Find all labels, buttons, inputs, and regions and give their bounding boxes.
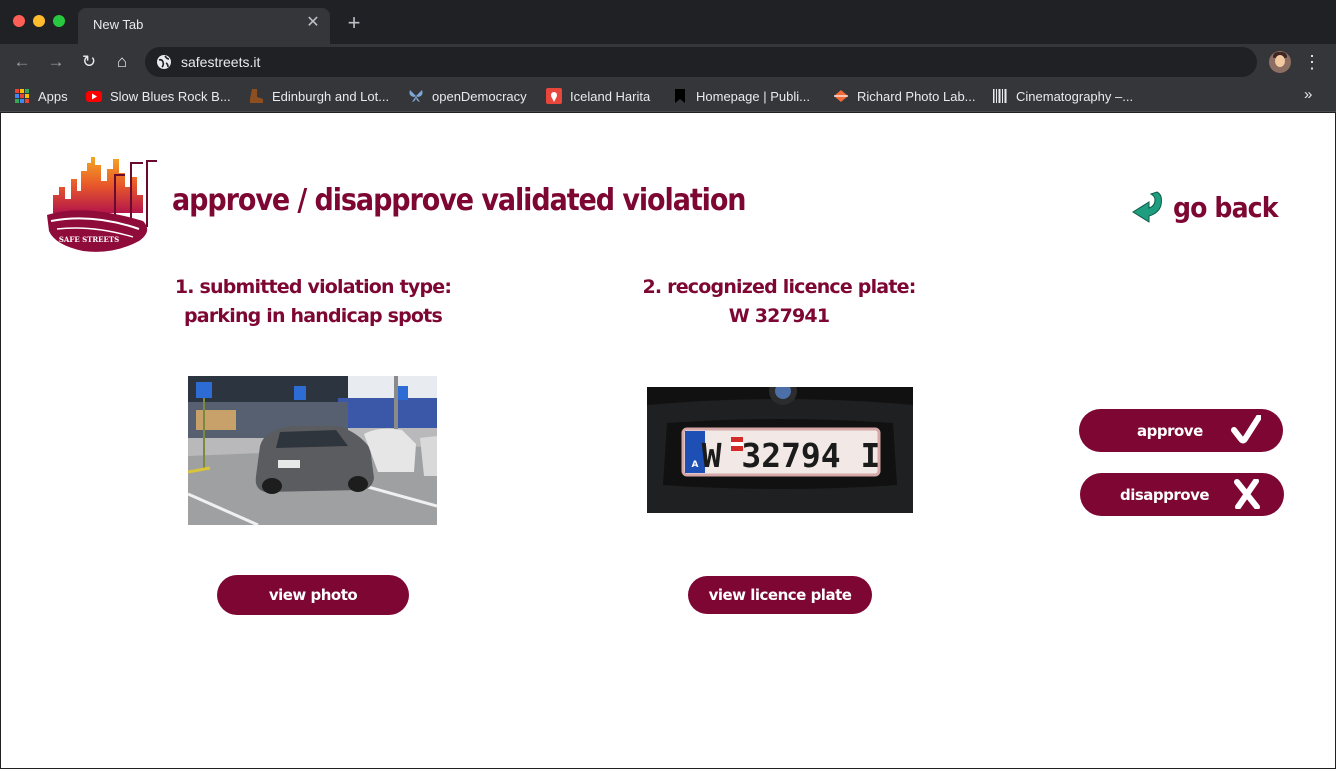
bookmark-homepage[interactable]: Homepage | Publi... — [672, 86, 810, 106]
disapprove-label: disapprove — [1120, 485, 1210, 504]
profile-avatar[interactable] — [1269, 51, 1291, 73]
view-licence-plate-button[interactable]: view licence plate — [688, 576, 872, 614]
violation-type-label: 1. submitted violation type: — [174, 276, 452, 298]
bookmark-label: Homepage | Publi... — [696, 88, 810, 104]
more-bookmarks-button[interactable]: » — [1304, 86, 1312, 103]
page-content: SAFE STREETS approve / disapprove valida… — [1, 113, 1335, 768]
close-window-button[interactable] — [13, 15, 25, 27]
back-button[interactable]: ← — [10, 50, 34, 74]
forward-button[interactable]: → — [44, 50, 68, 74]
plate-characters: W 32794 I — [702, 436, 881, 475]
safestreets-logo: SAFE STREETS — [47, 157, 157, 252]
home-button[interactable]: ⌂ — [110, 50, 134, 74]
new-tab-button[interactable]: + — [343, 12, 365, 34]
page-title: approve / disapprove validated violation — [172, 183, 747, 218]
licence-plate-heading: 2. recognized licence plate: W 327941 — [579, 273, 979, 331]
violation-photo — [188, 376, 437, 525]
browser-tab[interactable]: New Tab ✕ — [78, 8, 330, 44]
browser-menu-button[interactable]: ⋮ — [1302, 50, 1322, 74]
cross-icon — [1234, 479, 1260, 509]
bookmark-label: Cinematography –... — [1016, 88, 1134, 104]
approve-button[interactable]: approve — [1079, 409, 1283, 452]
licence-plate-label: 2. recognized licence plate: — [642, 276, 917, 298]
bookmark-label: Apps — [38, 88, 68, 104]
licence-plate-value: W 327941 — [728, 305, 830, 327]
svg-text:SAFE STREETS: SAFE STREETS — [59, 235, 119, 244]
bookmarks-bar: Apps Slow Blues Rock B... Edinburgh and … — [0, 80, 1336, 112]
bookmark-slow-blues[interactable]: Slow Blues Rock B... — [86, 86, 231, 106]
go-back-link[interactable]: go back — [1129, 187, 1279, 227]
browser-toolbar: ← → ↻ ⌂ safestreets.it ⋮ — [0, 44, 1336, 80]
back-arrow-icon — [1132, 191, 1162, 223]
maximize-window-button[interactable] — [53, 15, 65, 27]
bookmark-label: Edinburgh and Lot... — [272, 88, 390, 104]
tab-close-icon[interactable]: ✕ — [304, 14, 322, 32]
go-back-label: go back — [1173, 190, 1278, 224]
address-bar[interactable]: safestreets.it — [145, 47, 1257, 77]
bookmark-icon — [675, 89, 685, 103]
barcode-icon — [993, 89, 1007, 103]
checkmark-icon — [1231, 415, 1261, 444]
bookmark-label: Iceland Harita — [570, 88, 651, 104]
licence-plate-photo: A W 32794 I — [647, 387, 913, 513]
bookmark-label: openDemocracy — [432, 88, 527, 104]
disapprove-button[interactable]: disapprove — [1080, 473, 1284, 516]
tab-strip: New Tab ✕ + — [0, 0, 1336, 44]
youtube-icon — [86, 91, 102, 102]
approve-label: approve — [1137, 421, 1203, 440]
maps-pin-icon — [546, 88, 562, 104]
violation-type-heading: 1. submitted violation type: parking in … — [113, 273, 513, 331]
bookmark-richard-photo[interactable]: Richard Photo Lab... — [833, 86, 976, 106]
minimize-window-button[interactable] — [33, 15, 45, 27]
violation-type-value: parking in handicap spots — [184, 305, 443, 327]
bookmark-iceland[interactable]: Iceland Harita — [546, 86, 650, 106]
bookmark-opendemocracy[interactable]: openDemocracy — [408, 86, 527, 106]
svg-text:A: A — [692, 460, 699, 470]
diamond-icon — [834, 90, 848, 102]
reload-button[interactable]: ↻ — [77, 50, 101, 74]
bookmark-label: Slow Blues Rock B... — [110, 88, 231, 104]
bookmark-apps[interactable]: Apps — [14, 86, 68, 106]
butterfly-icon — [409, 90, 423, 102]
apps-grid-icon — [15, 89, 29, 103]
boot-icon — [250, 89, 263, 103]
url-text: safestreets.it — [181, 54, 261, 70]
bookmark-cinematography[interactable]: Cinematography –... — [992, 86, 1133, 106]
bookmark-label: Richard Photo Lab... — [857, 88, 976, 104]
bookmark-edinburgh[interactable]: Edinburgh and Lot... — [248, 86, 389, 106]
tab-title: New Tab — [93, 17, 144, 32]
view-photo-button[interactable]: view photo — [217, 575, 409, 615]
globe-icon — [157, 55, 171, 69]
